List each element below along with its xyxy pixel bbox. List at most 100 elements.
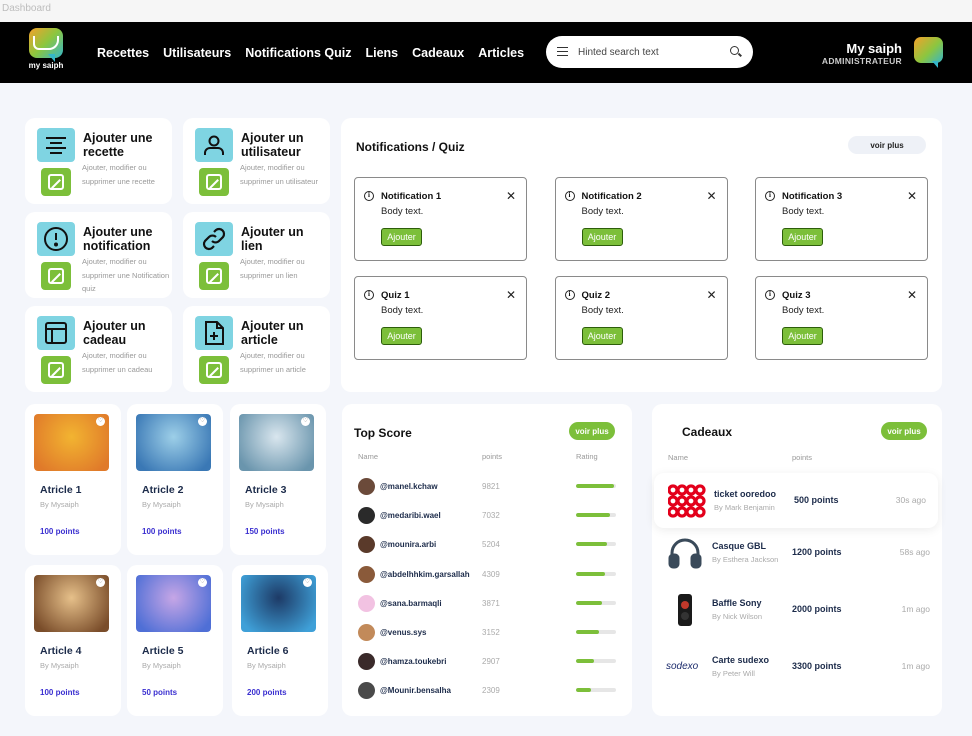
action-card[interactable]: Ajouter une recette Ajouter, modifier ou… xyxy=(25,118,172,204)
action-card[interactable]: Ajouter une notification Ajouter, modifi… xyxy=(25,212,172,298)
top-score-voir-plus-button[interactable]: voir plus xyxy=(569,422,615,440)
table-row[interactable]: @venus.sys 3152 xyxy=(342,618,632,647)
mysaiph-logo[interactable]: my saiph xyxy=(26,28,66,76)
username: @medaribi.wael xyxy=(380,511,441,521)
article-card[interactable]: ♡ Article 6 By Mysaiph 200 points xyxy=(232,565,328,716)
avatar xyxy=(358,653,375,671)
notification-title: Notification 2 xyxy=(581,191,642,202)
close-icon[interactable]: ✕ xyxy=(907,288,917,302)
edit-icon[interactable] xyxy=(41,168,71,196)
nav-item-liens[interactable]: Liens xyxy=(365,46,398,60)
list-item[interactable]: Baffle Sony By Nick Wilson 2000 points 1… xyxy=(652,582,942,637)
score-points: 5204 xyxy=(482,540,500,550)
edit-icon[interactable] xyxy=(199,168,229,196)
quiz-card: Quiz 1 Body text. ✕ Ajouter xyxy=(354,275,527,360)
menu-icon[interactable] xyxy=(557,47,568,56)
table-row[interactable]: @mounira.arbi 5204 xyxy=(342,530,632,559)
article-title: Article 5 xyxy=(142,645,184,657)
table-row[interactable]: @hamza.toukebri 2907 xyxy=(342,647,632,676)
close-icon[interactable]: ✕ xyxy=(707,288,717,302)
ajouter-button[interactable]: Ajouter xyxy=(782,326,823,345)
close-icon[interactable]: ✕ xyxy=(707,189,717,203)
edit-icon[interactable] xyxy=(199,356,229,384)
action-description: Ajouter, modifier ou supprimer un utilis… xyxy=(240,163,318,186)
rating-bar xyxy=(576,542,616,547)
table-row[interactable]: @sana.barmaqli 3871 xyxy=(342,589,632,618)
action-description: Ajouter, modifier ou supprimer un lien xyxy=(240,257,305,280)
avatar xyxy=(358,536,375,554)
action-card[interactable]: Ajouter un cadeau Ajouter, modifier ou s… xyxy=(25,306,172,392)
user-name: My saiph xyxy=(846,41,902,56)
nav-item-cadeaux[interactable]: Cadeaux xyxy=(412,46,464,60)
ajouter-button[interactable]: Ajouter xyxy=(782,228,823,246)
heart-icon[interactable]: ♡ xyxy=(303,578,312,587)
article-image: ♡ xyxy=(136,575,211,632)
close-icon[interactable]: ✕ xyxy=(506,189,516,203)
list-item[interactable]: ticket ooredoo By Mark Benjamin 500 poin… xyxy=(654,473,938,528)
column-header-rating: Rating xyxy=(576,452,598,461)
list-item[interactable]: Casque GBL By Esthera Jackson 1200 point… xyxy=(652,525,942,580)
column-header-points: points xyxy=(482,452,503,461)
action-card[interactable]: Ajouter un article Ajouter, modifier ou … xyxy=(183,306,330,392)
search-input[interactable] xyxy=(578,44,728,60)
article-card[interactable]: ♡ Article 4 By Mysaiph 100 points xyxy=(25,565,121,716)
ajouter-button[interactable]: Ajouter xyxy=(381,228,422,246)
list-item[interactable]: sodexo Carte sudexo By Peter Will 3300 p… xyxy=(652,639,942,694)
ajouter-button[interactable]: Ajouter xyxy=(581,326,623,345)
avatar xyxy=(358,624,375,641)
ajouter-button[interactable]: Ajouter xyxy=(581,228,623,246)
article-card[interactable]: ♡ Atricle 2 By Mysaiph 100 points xyxy=(127,404,223,555)
article-image: ♡ xyxy=(239,414,314,471)
speaker-icon xyxy=(666,591,704,629)
edit-icon[interactable] xyxy=(41,262,71,290)
action-title: Ajouter un lien xyxy=(241,225,304,253)
article-card[interactable]: ♡ Article 5 By Mysaiph 50 points xyxy=(127,565,223,716)
article-author: By Mysaiph xyxy=(247,661,286,670)
gift-time: 30s ago xyxy=(895,495,926,505)
action-title: Ajouter une notification xyxy=(83,225,153,253)
heart-icon[interactable]: ♡ xyxy=(301,417,310,426)
notification-title: Quiz 3 xyxy=(782,289,811,301)
edit-icon[interactable] xyxy=(41,356,71,384)
score-points: 4309 xyxy=(482,569,500,579)
article-author: By Mysaiph xyxy=(142,661,181,670)
cadeaux-voir-plus-button[interactable]: voir plus xyxy=(881,422,927,440)
heart-icon[interactable]: ♡ xyxy=(198,417,207,426)
notification-body: Body text. xyxy=(581,304,624,316)
score-points: 3871 xyxy=(482,598,500,608)
table-row[interactable]: @manel.kchaw 9821 xyxy=(342,472,632,501)
info-icon xyxy=(564,191,575,201)
table-row[interactable]: @abdelhhkim.garsallah 4309 xyxy=(342,560,632,589)
rating-bar xyxy=(576,484,616,488)
notification-card: Notification 1 Body text. ✕ Ajouter xyxy=(354,177,527,261)
nav-item-notifications-quiz[interactable]: Notifications Quiz xyxy=(245,46,351,60)
heart-icon[interactable]: ♡ xyxy=(198,578,207,587)
notifications-voir-plus-button[interactable]: voir plus xyxy=(848,136,926,154)
search-icon[interactable] xyxy=(730,46,739,55)
close-icon[interactable]: ✕ xyxy=(506,288,516,302)
action-card[interactable]: Ajouter un utilisateur Ajouter, modifier… xyxy=(183,118,330,204)
close-icon[interactable]: ✕ xyxy=(907,189,917,203)
cadeaux-title: Cadeaux xyxy=(682,425,733,439)
heart-icon[interactable]: ♡ xyxy=(96,578,105,587)
notification-body: Body text. xyxy=(381,206,424,217)
nav-item-utilisateurs[interactable]: Utilisateurs xyxy=(163,46,231,60)
avatar[interactable] xyxy=(914,37,944,69)
score-points: 3152 xyxy=(482,628,500,637)
table-row[interactable]: @medaribi.wael 7032 xyxy=(342,501,632,530)
heart-icon[interactable]: ♡ xyxy=(96,417,105,426)
article-card[interactable]: ♡ Atricle 3 By Mysaiph 150 points xyxy=(230,404,326,555)
username: @mounira.arbi xyxy=(380,540,437,550)
score-points: 2907 xyxy=(482,657,500,667)
table-row[interactable]: @Mounir.bensalha 2309 xyxy=(342,676,632,705)
notification-body: Body text. xyxy=(782,304,825,316)
article-card[interactable]: ♡ Atricle 1 By Mysaiph 100 points xyxy=(25,404,121,555)
nav-item-recettes[interactable]: Recettes xyxy=(97,46,149,60)
score-points: 9821 xyxy=(482,482,500,491)
action-title: Ajouter un article xyxy=(241,319,304,347)
ajouter-button[interactable]: Ajouter xyxy=(381,326,422,345)
action-card[interactable]: Ajouter un lien Ajouter, modifier ou sup… xyxy=(183,212,330,298)
edit-icon[interactable] xyxy=(199,262,229,290)
column-header-name: Name xyxy=(358,452,379,461)
nav-item-articles[interactable]: Articles xyxy=(478,46,524,60)
